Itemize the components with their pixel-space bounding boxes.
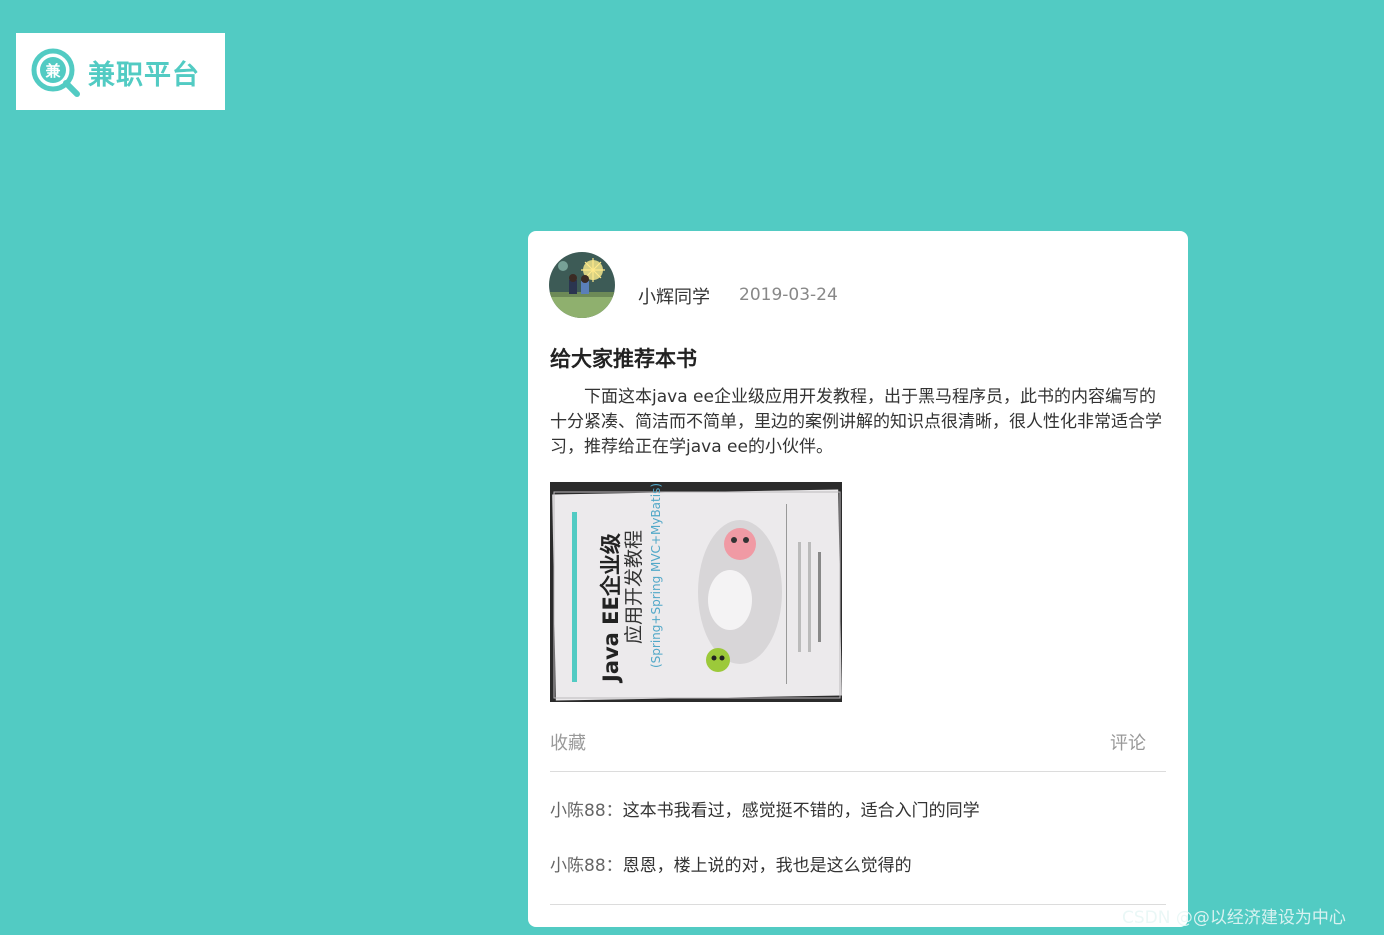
collect-button[interactable]: 收藏	[550, 729, 586, 755]
comment-user[interactable]: 小陈88：	[550, 801, 623, 821]
post-image[interactable]: Java EE企业级 应用开发教程 (Spring+Spring MVC+MyB…	[550, 482, 842, 702]
divider	[550, 904, 1166, 905]
comment-item: 小陈88：恩恩，楼上说的对，我也是这么觉得的	[550, 851, 912, 876]
comment-text: 这本书我看过，感觉挺不错的，适合入门的同学	[622, 801, 980, 821]
watermark: CSDN @@以经济建设为中心	[1122, 908, 1346, 928]
post-body: 下面这本java ee企业级应用开发教程，出于黑马程序员，此书的内容编写的十分紧…	[550, 387, 1162, 457]
post-date: 2019-03-24	[739, 285, 838, 305]
search-logo-icon: 兼	[31, 48, 80, 97]
book-title-line2: 应用开发教程	[623, 530, 645, 644]
author-avatar[interactable]	[549, 252, 615, 318]
divider	[550, 771, 1166, 772]
post-card: 小辉同学 2019-03-24 给大家推荐本书 下面这本java ee企业级应用…	[528, 231, 1188, 927]
logo-glyph: 兼	[45, 62, 61, 80]
book-title-line1: Java EE企业级	[599, 533, 623, 684]
book-subtitle: (Spring+Spring MVC+MyBatis)	[649, 483, 663, 668]
brand-logo[interactable]: 兼 兼职平台	[16, 33, 225, 110]
comment-button[interactable]: 评论	[1110, 729, 1146, 755]
author-name[interactable]: 小辉同学	[638, 283, 710, 309]
brand-name: 兼职平台	[88, 60, 200, 91]
book-cover-image: Java EE企业级 应用开发教程 (Spring+Spring MVC+MyB…	[550, 482, 842, 702]
comment-text: 恩恩，楼上说的对，我也是这么觉得的	[622, 856, 912, 876]
comment-user[interactable]: 小陈88：	[550, 856, 623, 876]
post-title: 给大家推荐本书	[550, 347, 697, 371]
comment-item: 小陈88：这本书我看过，感觉挺不错的，适合入门的同学	[550, 796, 980, 821]
avatar-image	[549, 252, 615, 318]
